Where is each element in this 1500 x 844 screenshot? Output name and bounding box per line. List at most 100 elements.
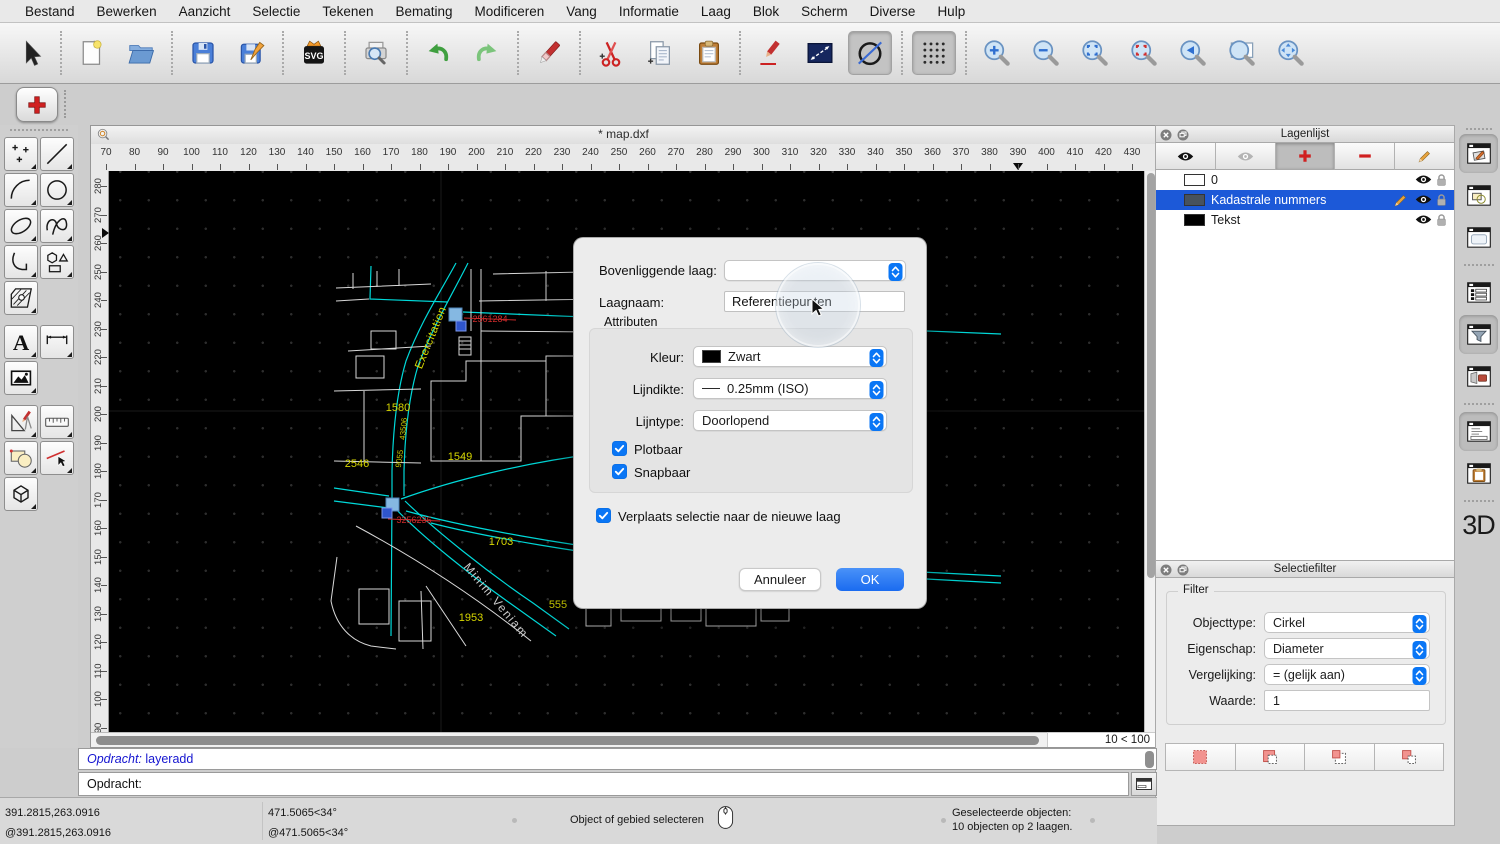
modify-shapes-tool[interactable] xyxy=(4,441,38,475)
dimension-tool[interactable] xyxy=(40,325,74,359)
print-preview-button[interactable] xyxy=(355,32,397,74)
pointer-button[interactable] xyxy=(9,32,51,74)
shapes-tool[interactable] xyxy=(40,245,74,279)
zoom-previous-button[interactable] xyxy=(1172,32,1214,74)
close-icon[interactable] xyxy=(1160,564,1172,576)
horizontal-scrollbar-thumb[interactable] xyxy=(96,736,1039,745)
filter-remove-from-selection-button[interactable] xyxy=(1304,743,1375,771)
line-tool[interactable] xyxy=(40,137,74,171)
filter-eigenschap-combobox[interactable]: Diameter xyxy=(1264,638,1430,659)
parent-layer-combobox[interactable] xyxy=(724,260,906,281)
menu-item-aanzicht[interactable]: Aanzicht xyxy=(168,4,242,19)
panel-layer-list-button[interactable] xyxy=(1459,273,1498,312)
filter-add-to-selection-button[interactable] xyxy=(1235,743,1306,771)
edit-layer-icon[interactable] xyxy=(1393,193,1408,208)
command-history[interactable]: Opdracht: layeradd xyxy=(78,748,1157,770)
command-history-scrollbar[interactable] xyxy=(1145,751,1154,768)
text-tool[interactable]: A xyxy=(4,325,38,359)
box-3d-tool[interactable] xyxy=(4,477,38,511)
edit-layer-button[interactable] xyxy=(1395,143,1454,170)
filter-new-selection-button[interactable] xyxy=(1165,743,1236,771)
circle-2-point-button[interactable] xyxy=(848,31,892,75)
menu-item-scherm[interactable]: Scherm xyxy=(790,4,859,19)
show-all-layers-button[interactable] xyxy=(1156,143,1216,170)
lineweight-combobox[interactable]: 0.25mm (ISO) xyxy=(693,378,887,399)
float-panel-icon[interactable] xyxy=(1177,564,1189,576)
undo-button[interactable] xyxy=(417,32,459,74)
menu-item-modificeren[interactable]: Modificeren xyxy=(464,4,556,19)
panel-library-browser-button[interactable] xyxy=(1459,218,1498,257)
hatch-tool[interactable] xyxy=(4,281,38,315)
filter-objecttype-combobox[interactable]: Cirkel xyxy=(1264,612,1430,633)
draw-polyline-red-button[interactable] xyxy=(750,32,792,74)
menu-item-bestand[interactable]: Bestand xyxy=(14,4,86,19)
add-layer-button[interactable] xyxy=(1276,143,1336,170)
menu-item-informatie[interactable]: Informatie xyxy=(608,4,690,19)
ellipse-tool[interactable] xyxy=(4,209,38,243)
detach-command-line-button[interactable] xyxy=(1131,772,1157,796)
layer-name-input[interactable] xyxy=(724,291,905,312)
toolbar-drag-handle[interactable] xyxy=(1466,128,1492,130)
panel-clipboard-button[interactable] xyxy=(1459,454,1498,493)
copy-button[interactable] xyxy=(639,32,681,74)
remove-layer-button[interactable] xyxy=(1335,143,1395,170)
layer-visibility-icon[interactable] xyxy=(1415,194,1432,205)
trim-tool[interactable] xyxy=(40,441,74,475)
zoom-auto-button[interactable] xyxy=(1074,32,1116,74)
menu-item-tekenen[interactable]: Tekenen xyxy=(311,4,384,19)
move-selection-checkbox[interactable] xyxy=(596,508,611,523)
menu-item-hulp[interactable]: Hulp xyxy=(926,4,976,19)
new-file-button[interactable] xyxy=(71,32,113,74)
erase-button[interactable] xyxy=(528,32,570,74)
snappable-checkbox[interactable] xyxy=(612,464,627,479)
menu-item-laag[interactable]: Laag xyxy=(690,4,742,19)
hide-all-layers-button[interactable] xyxy=(1216,143,1276,170)
points-tool[interactable] xyxy=(4,137,38,171)
filter-waarde-input[interactable]: 1 xyxy=(1264,690,1430,711)
zoom-out-button[interactable] xyxy=(1025,32,1067,74)
zoom-selection-button[interactable] xyxy=(1123,32,1165,74)
layer-lock-icon[interactable] xyxy=(1436,193,1447,207)
panel-modify-shapes-button[interactable] xyxy=(1459,176,1498,215)
save-button[interactable] xyxy=(182,32,224,74)
color-combobox[interactable]: Zwart xyxy=(693,346,887,367)
image-tool[interactable] xyxy=(4,361,38,395)
zoom-pan-button[interactable] xyxy=(1270,32,1312,74)
layer-lock-icon[interactable] xyxy=(1436,213,1447,227)
snap-grid-button[interactable] xyxy=(912,31,956,75)
cancel-button[interactable]: Annuleer xyxy=(739,568,821,591)
menu-item-bewerken[interactable]: Bewerken xyxy=(86,4,168,19)
dimension-tool-button[interactable] xyxy=(799,32,841,74)
ruler-tool[interactable] xyxy=(40,405,74,439)
menu-item-diverse[interactable]: Diverse xyxy=(859,4,927,19)
command-input[interactable]: Opdracht: xyxy=(78,772,1129,796)
spline-tool[interactable] xyxy=(40,209,74,243)
circle-tool[interactable] xyxy=(40,173,74,207)
drawing-window-titlebar[interactable]: * map.dxf xyxy=(91,126,1156,145)
vertical-scrollbar-thumb[interactable] xyxy=(1147,173,1155,578)
menu-item-bemating[interactable]: Bemating xyxy=(384,4,463,19)
palette-drag-handle[interactable] xyxy=(10,129,68,131)
zoom-in-button[interactable] xyxy=(976,32,1018,74)
save-as-button[interactable] xyxy=(231,32,273,74)
filter-vergelijking-combobox[interactable]: = (gelijk aan) xyxy=(1264,664,1430,685)
zoom-window-button[interactable] xyxy=(1221,32,1263,74)
layer-lock-icon[interactable] xyxy=(1436,173,1447,187)
paste-button[interactable] xyxy=(688,32,730,74)
float-panel-icon[interactable] xyxy=(1177,129,1189,141)
layer-row[interactable]: 0 xyxy=(1156,170,1454,190)
menu-item-selectie[interactable]: Selectie xyxy=(241,4,311,19)
filter-intersect-selection-button[interactable] xyxy=(1374,743,1445,771)
horizontal-scrollbar[interactable] xyxy=(91,732,1047,747)
layer-row[interactable]: Tekst xyxy=(1156,210,1454,230)
ok-button[interactable]: OK xyxy=(836,568,904,591)
panel-blocks-button[interactable] xyxy=(1459,357,1498,396)
linetype-combobox[interactable]: Doorlopend xyxy=(693,410,887,431)
polyline-tool[interactable] xyxy=(4,245,38,279)
arc-tool[interactable] xyxy=(4,173,38,207)
close-icon[interactable] xyxy=(1160,129,1172,141)
layer-visibility-icon[interactable] xyxy=(1415,174,1432,185)
plottable-checkbox[interactable] xyxy=(612,441,627,456)
open-file-button[interactable] xyxy=(120,32,162,74)
panel-command-line-button[interactable] xyxy=(1459,412,1498,451)
